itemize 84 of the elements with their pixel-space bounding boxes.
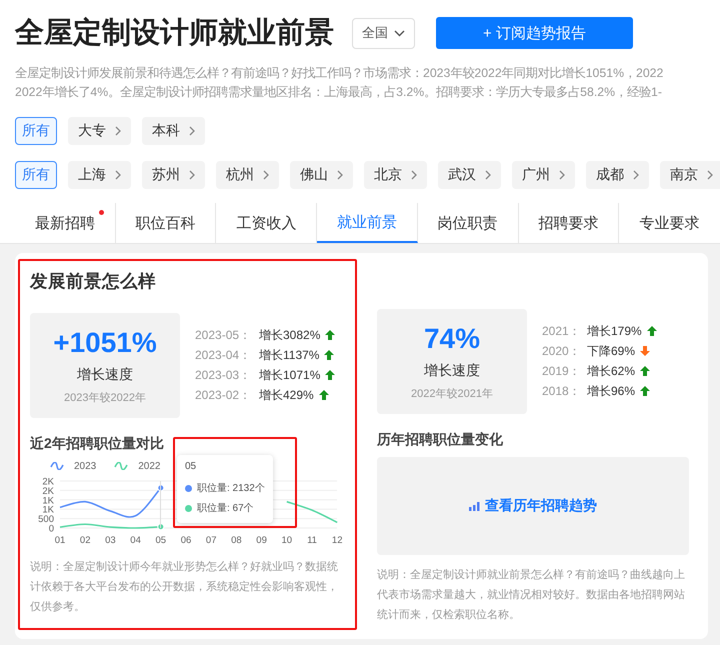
y-axis-label: 0: [48, 524, 54, 534]
note-text: 说明：全屋定制设计师就业前景怎么样？有前途吗？曲线越向上代表市场需求量越大，就业情况相对较好。数据由各地招聘网站统计而来，仅检索职位名称。: [377, 568, 686, 623]
filter-chip[interactable]: 南京: [660, 161, 720, 189]
chevron-right-icon: [189, 170, 195, 180]
chevron-right-icon: [115, 170, 121, 180]
x-axis-label: 02: [80, 535, 90, 546]
x-axis-label: 05: [156, 535, 166, 546]
section-title: 发展前景怎么样: [30, 270, 157, 293]
legend-label: 2023: [74, 460, 96, 472]
filter-chip[interactable]: 上海: [68, 161, 131, 189]
chevron-right-icon: [263, 170, 269, 180]
y-axis-label: 2K: [42, 486, 54, 497]
bar-chart-icon: [469, 501, 480, 511]
x-axis-label: 06: [180, 535, 192, 546]
change-value: 增长179%: [587, 322, 642, 340]
chevron-down-icon: [394, 30, 405, 36]
tooltip-value: 职位量: 2132个: [197, 482, 265, 495]
filter-chip[interactable]: 广州: [512, 161, 575, 189]
chevron-right-icon: [115, 126, 121, 136]
x-axis-label: 10: [282, 535, 292, 546]
change-value: 增长429%: [259, 386, 314, 404]
tab[interactable]: 就业前景: [317, 203, 418, 243]
y-axis-label: 2K: [42, 476, 54, 488]
tooltip-title: 05: [185, 461, 198, 472]
change-value: 增长96%: [587, 382, 636, 400]
description-line: 2022年增长了4%。全屋定制设计师招聘需求量地区排名：上海最高，占3.2%。招聘要求：学历大专最多占58.2%，经验1-: [15, 84, 663, 101]
growth-label: 增长速度: [77, 366, 133, 384]
change-value: 增长1071%: [259, 366, 320, 384]
period-label: 2020：: [542, 342, 582, 360]
period-label: 2023-03：: [195, 366, 252, 384]
growth-value: 74%: [424, 322, 480, 356]
growth-compare: 2022年较2021年: [411, 387, 493, 401]
filter-chip[interactable]: 武汉: [438, 161, 501, 189]
filter-chip[interactable]: 杭州: [216, 161, 279, 189]
y-axis-label: 500: [38, 514, 54, 526]
chevron-right-icon: [633, 170, 639, 180]
chevron-right-icon: [559, 170, 565, 180]
filter-chip[interactable]: 佛山: [290, 161, 353, 189]
y-axis-label: 1K: [42, 495, 54, 506]
filter-chip[interactable]: 所有: [15, 117, 57, 145]
change-value: 增长3082%: [259, 326, 320, 344]
growth-label: 增长速度: [424, 362, 480, 380]
trend-link[interactable]: 查看历年招聘趋势: [469, 497, 597, 515]
cursor-line: [160, 481, 161, 528]
growth-compare: 2023年较2022年: [64, 391, 146, 405]
x-axis-label: 08: [231, 535, 242, 546]
chevron-right-icon: [411, 170, 417, 180]
note-text: 说明：全屋定制设计师今年就业形势怎么样？好就业吗？数据统计依赖于各大平台发布的公开数据，系统稳定性会影响客观性，仅供参考。: [30, 560, 339, 615]
chart-title: 历年招聘职位量变化: [377, 431, 504, 449]
y-axis-label: 1K: [42, 504, 54, 516]
description-line: 全屋定制设计师发展前景和待遇怎么样？有前途吗？好找工作吗？市场需求：2023年较2022年同期对比增长1051%，2022: [15, 65, 664, 82]
period-label: 2023-05：: [195, 326, 252, 344]
x-axis-label: 01: [54, 535, 66, 546]
period-label: 2018：: [542, 382, 582, 400]
filter-chip[interactable]: 本科: [142, 117, 205, 145]
change-value: 下降69%: [587, 342, 636, 360]
x-axis-label: 04: [130, 535, 141, 546]
filter-chip[interactable]: 苏州: [142, 161, 205, 189]
chevron-right-icon: [707, 170, 713, 180]
subscribe-button[interactable]: + 订阅趋势报告: [436, 17, 633, 49]
filter-chip[interactable]: 成都: [586, 161, 649, 189]
growth-value: +1051%: [53, 326, 157, 360]
period-label: 2019：: [542, 362, 582, 380]
chevron-right-icon: [189, 126, 195, 136]
x-axis-label: 11: [307, 535, 317, 546]
filter-chip[interactable]: 大专: [68, 117, 131, 145]
filter-chip[interactable]: 北京: [364, 161, 427, 189]
period-label: 2023-02：: [195, 386, 252, 404]
filter-chip[interactable]: 所有: [15, 161, 57, 189]
x-axis-label: 12: [332, 535, 342, 546]
period-label: 2023-04：: [195, 346, 252, 364]
x-axis-label: 03: [105, 535, 116, 546]
legend-label: 2022: [138, 460, 160, 472]
x-axis-label: 07: [206, 535, 216, 546]
change-value: 增长62%: [587, 362, 636, 380]
tooltip-value: 职位量: 67个: [197, 502, 254, 515]
page-title: 全屋定制设计师就业前景: [15, 16, 334, 51]
period-label: 2021：: [542, 322, 582, 340]
chevron-right-icon: [485, 170, 491, 180]
chart-title: 近2年招聘职位量对比: [30, 435, 165, 453]
change-value: 增长1137%: [259, 346, 320, 364]
region-select[interactable]: 全国: [352, 18, 415, 48]
chevron-right-icon: [337, 170, 343, 180]
x-axis-label: 09: [256, 535, 267, 546]
